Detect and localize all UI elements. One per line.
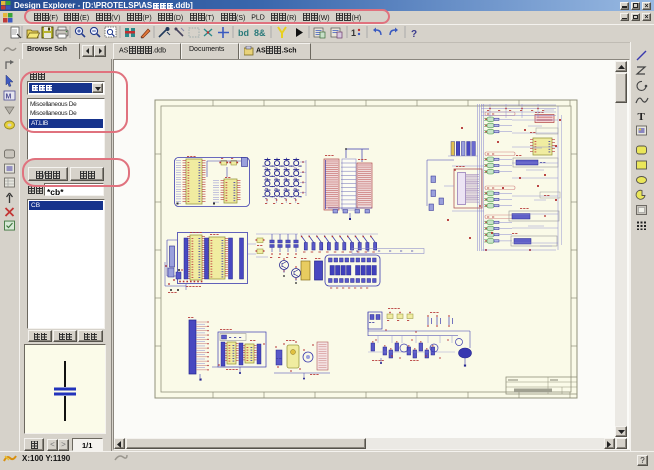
svg-text:T: T [638,111,646,123]
svg-text:M: M [6,94,12,101]
svg-text:8&: 8& [254,28,266,38]
svg-text:bd: bd [238,28,249,38]
svg-text:?: ? [411,29,417,40]
svg-text:1: 1 [351,28,356,38]
